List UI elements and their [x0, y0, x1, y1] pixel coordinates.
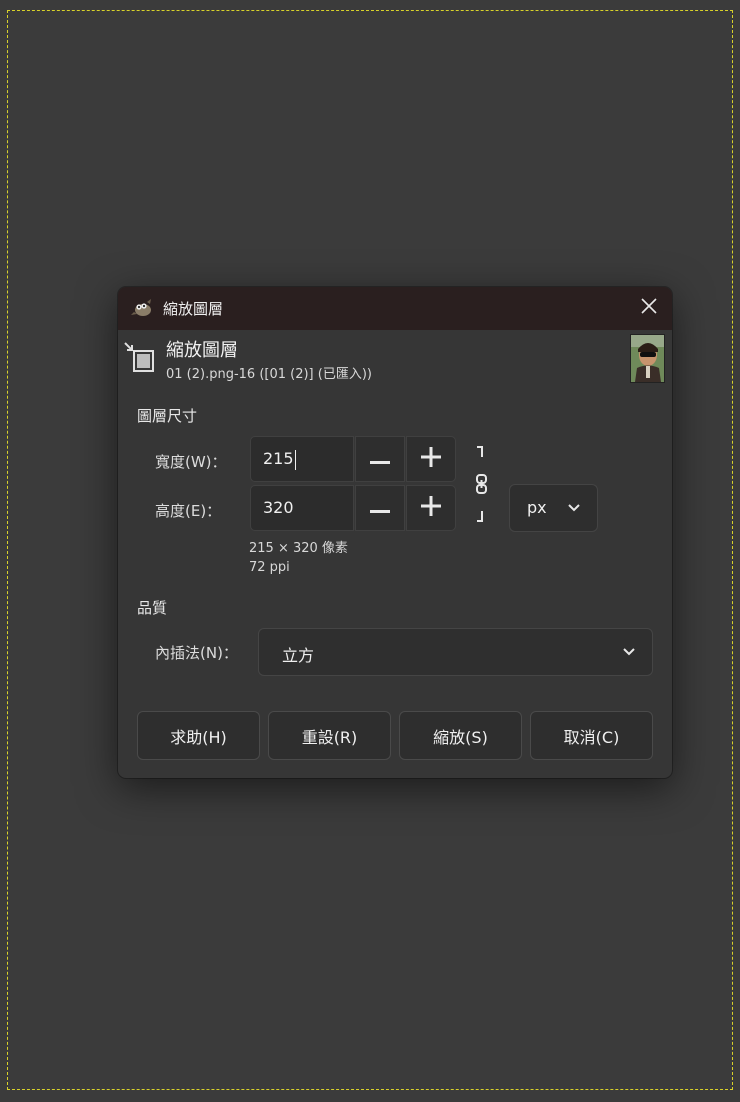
unit-dropdown[interactable]: px [509, 484, 598, 532]
close-button[interactable] [634, 293, 664, 323]
cancel-button-label: 取消(C) [563, 727, 620, 747]
layer-thumbnail [630, 334, 665, 383]
scale-button[interactable]: 縮放(S) [399, 711, 522, 760]
height-label: 高度(E)： [155, 502, 222, 520]
reset-button-label: 重設(R) [301, 727, 358, 747]
dialog-title: 縮放圖層 [163, 300, 224, 318]
quality-section-label: 品質 [137, 599, 168, 617]
interpolation-dropdown[interactable]: 立方 [258, 628, 653, 676]
interpolation-label: 內插法(N)： [155, 644, 238, 662]
text-caret [294, 449, 296, 470]
height-value: 320 [263, 498, 294, 517]
chevron-down-icon [567, 500, 581, 519]
scale-button-label: 縮放(S) [433, 727, 488, 747]
minus-icon [370, 450, 390, 469]
chevron-down-icon [622, 644, 636, 663]
resolution-info: 72 ppi [249, 560, 290, 575]
width-label: 寬度(W)： [155, 453, 227, 471]
width-value: 215 [263, 449, 294, 468]
chain-link-icon [473, 446, 495, 527]
height-increase-button[interactable] [406, 485, 456, 531]
width-increase-button[interactable] [406, 436, 456, 482]
cancel-button[interactable]: 取消(C) [530, 711, 653, 760]
help-button[interactable]: 求助(H) [137, 711, 260, 760]
layer-size-section-label: 圖層尺寸 [137, 407, 198, 425]
close-icon [640, 297, 658, 319]
unit-value: px [527, 498, 547, 517]
chain-link-button[interactable] [473, 445, 495, 523]
pixel-size-info: 215 × 320 像素 [249, 541, 348, 556]
header-subtitle: 01 (2).png-16 ([01 (2)] (已匯入)) [166, 367, 372, 382]
reset-button[interactable]: 重設(R) [268, 711, 391, 760]
plus-icon [421, 447, 441, 471]
width-decrease-button[interactable] [355, 436, 405, 482]
width-input[interactable]: 215 [250, 436, 354, 482]
dialog-titlebar[interactable]: 縮放圖層 [118, 287, 672, 330]
help-button-label: 求助(H) [170, 727, 227, 747]
scale-layer-dialog: 縮放圖層 縮放圖層 01 (2).png-16 ([01 (2)] (已匯入)) [118, 287, 672, 778]
gimp-wilber-icon [131, 298, 153, 318]
interpolation-value: 立方 [282, 646, 315, 665]
header-title: 縮放圖層 [166, 340, 238, 361]
height-input[interactable]: 320 [250, 485, 354, 531]
plus-icon [421, 496, 441, 520]
minus-icon [370, 499, 390, 518]
height-decrease-button[interactable] [355, 485, 405, 531]
scale-layer-icon [123, 339, 157, 375]
